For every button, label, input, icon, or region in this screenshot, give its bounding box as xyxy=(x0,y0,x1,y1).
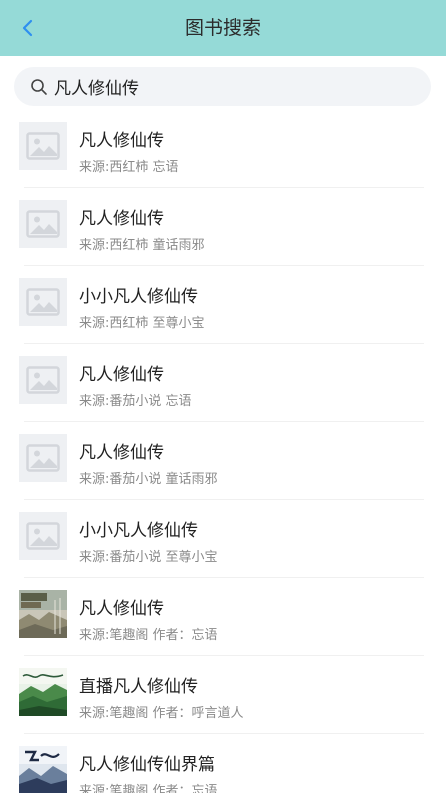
book-meta: 来源:西红柿 至尊小宝 xyxy=(79,316,205,331)
list-item[interactable]: 凡人修仙传 来源:番茄小说 童话雨邪 xyxy=(0,422,446,500)
book-title: 凡人修仙传 xyxy=(79,365,164,385)
book-cover-image xyxy=(19,746,67,793)
book-title: 小小凡人修仙传 xyxy=(79,287,198,307)
book-cover-image xyxy=(19,590,67,638)
image-placeholder-icon xyxy=(19,200,67,248)
search-input[interactable] xyxy=(54,76,394,97)
list-item[interactable]: 小小凡人修仙传 来源:西红柿 至尊小宝 xyxy=(0,266,446,344)
page-title: 图书搜索 xyxy=(184,17,261,39)
book-meta: 来源:番茄小说 童话雨邪 xyxy=(79,472,218,487)
book-title: 小小凡人修仙传 xyxy=(79,521,198,541)
book-title: 直播凡人修仙传 xyxy=(79,677,198,697)
book-title: 凡人修仙传 xyxy=(79,209,164,229)
book-meta: 来源:番茄小说 至尊小宝 xyxy=(79,550,218,565)
list-item[interactable]: 小小凡人修仙传 来源:番茄小说 至尊小宝 xyxy=(0,500,446,578)
image-placeholder-icon xyxy=(19,434,67,482)
top-bar: 图书搜索 xyxy=(0,0,446,56)
book-cover-image xyxy=(19,668,67,716)
image-placeholder-icon xyxy=(19,122,67,170)
book-meta: 来源:笔趣阁 作者：忘语 xyxy=(79,784,218,793)
book-meta: 来源:笔趣阁 作者：忘语 xyxy=(79,628,218,643)
search-icon xyxy=(31,78,47,95)
list-item[interactable]: 凡人修仙传 来源:西红柿 忘语 xyxy=(0,110,446,188)
book-title: 凡人修仙传 xyxy=(79,131,164,151)
book-meta: 来源:笔趣阁 作者：呼言道人 xyxy=(79,706,244,721)
list-item[interactable]: 直播凡人修仙传 来源:笔趣阁 作者：呼言道人 xyxy=(0,656,446,734)
list-item[interactable]: 凡人修仙传仙界篇 来源:笔趣阁 作者：忘语 xyxy=(0,734,446,793)
book-title: 凡人修仙传 xyxy=(79,443,164,463)
book-meta: 来源:西红柿 忘语 xyxy=(79,160,179,175)
book-meta: 来源:番茄小说 忘语 xyxy=(79,394,192,409)
list-item[interactable]: 凡人修仙传 来源:番茄小说 忘语 xyxy=(0,344,446,422)
list-item[interactable]: 凡人修仙传 来源:西红柿 童话雨邪 xyxy=(0,188,446,266)
results-list: 凡人修仙传 来源:西红柿 忘语 凡人修仙传 来源:西红柿 童话雨邪 小小凡人修仙… xyxy=(0,110,446,793)
image-placeholder-icon xyxy=(19,356,67,404)
image-placeholder-icon xyxy=(19,512,67,560)
image-placeholder-icon xyxy=(19,278,67,326)
book-title: 凡人修仙传 xyxy=(79,599,164,619)
list-item[interactable]: 凡人修仙传 来源:笔趣阁 作者：忘语 xyxy=(0,578,446,656)
book-meta: 来源:西红柿 童话雨邪 xyxy=(79,238,205,253)
search-bar[interactable] xyxy=(14,67,431,106)
book-title: 凡人修仙传仙界篇 xyxy=(79,755,215,775)
